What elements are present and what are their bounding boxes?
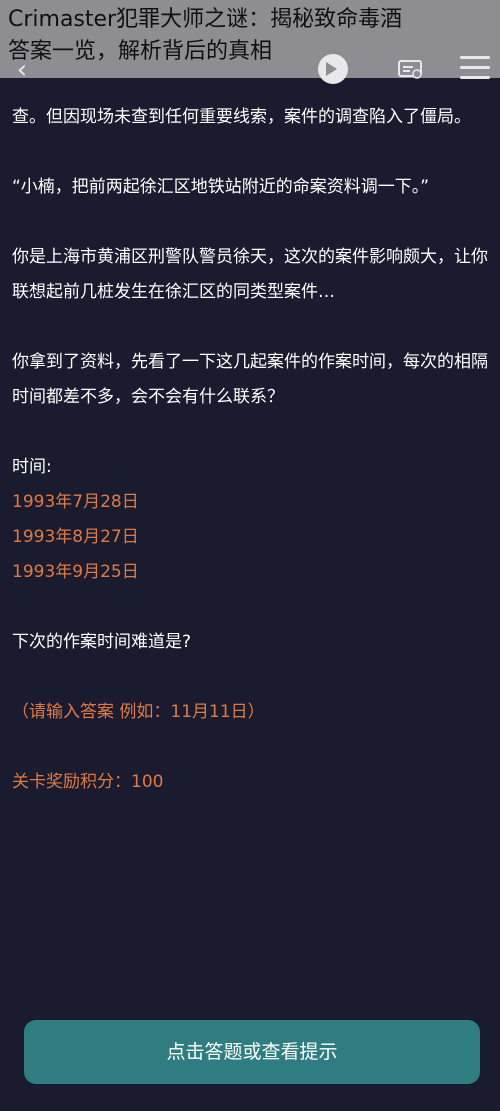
question-text: 下次的作案时间难道是? — [12, 632, 192, 652]
date-item: 1993年7月28日 — [12, 492, 139, 512]
answer-button[interactable]: 点击答题或查看提示 — [24, 1020, 480, 1084]
date-item: 1993年9月25日 — [12, 562, 139, 582]
overlay-title: Crimaster犯罪大师之谜：揭秘致命毒酒 答案一览，解析背后的真相 — [8, 4, 496, 68]
reward-points: 关卡奖励积分：100 — [12, 772, 164, 792]
overlay-title-line-2: 答案一览，解析背后的真相 — [8, 39, 273, 64]
overlay-title-line-1: Crimaster犯罪大师之谜：揭秘致命毒酒 — [8, 7, 403, 32]
story-paragraph-2: “小楠，把前两起徐汇区地铁站附近的命案资料调一下。” — [12, 177, 430, 197]
story-paragraph-1: 查。但因现场未查到任何重要线索，案件的调查陷入了僵局。 — [12, 107, 471, 127]
answer-input-hint[interactable]: （请输入答案 例如：11月11日） — [12, 695, 490, 730]
time-label: 时间: — [12, 457, 52, 477]
story-paragraph-4: 你拿到了资料，先看了一下这几起案件的作案时间，每次的相隔时间都差不多，会不会有什… — [12, 352, 488, 407]
story-content: 查。但因现场未查到任何重要线索，案件的调查陷入了僵局。 “小楠，把前两起徐汇区地… — [12, 100, 490, 800]
story-paragraph-3: 你是上海市黄浦区刑警队警员徐天，这次的案件影响颇大，让你联想起前几桩发生在徐汇区… — [12, 247, 488, 302]
date-item: 1993年8月27日 — [12, 527, 139, 547]
